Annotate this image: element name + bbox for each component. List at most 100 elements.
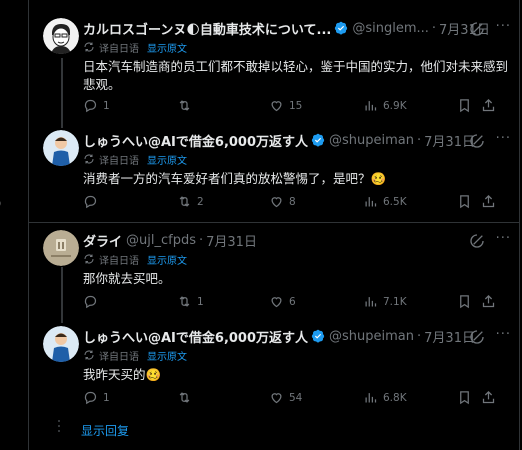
like-button[interactable]: 8 <box>269 194 296 209</box>
show-replies-link[interactable]: 显示回复 <box>81 422 129 439</box>
verified-badge-icon <box>311 133 325 147</box>
share-icon <box>482 294 495 308</box>
like-count: 15 <box>289 99 303 112</box>
share-button[interactable] <box>481 98 496 113</box>
reply-button[interactable] <box>83 294 103 309</box>
retweet-button[interactable]: 2 <box>177 194 204 209</box>
heart-icon <box>271 393 282 404</box>
post-date[interactable]: 7月31日 <box>424 131 475 150</box>
retweet-button[interactable]: 1 <box>177 294 204 309</box>
view-count: 7.1K <box>383 295 407 308</box>
heart-icon <box>271 197 282 208</box>
like-button[interactable]: 6 <box>269 294 296 309</box>
show-original-link[interactable]: 显示原文 <box>147 40 187 55</box>
bookmark-button[interactable] <box>457 194 472 209</box>
reply-icon <box>84 295 97 309</box>
share-icon <box>482 98 495 112</box>
retweet-count: 2 <box>197 195 204 208</box>
tweet[interactable]: カルロスゴーンヌ🌓自動車技术について... @singlem... · 7月31… <box>29 18 519 128</box>
reply-button[interactable]: 1 <box>83 390 110 405</box>
retweet-button[interactable] <box>177 98 197 113</box>
bookmark-icon <box>460 99 469 113</box>
like-button[interactable]: 15 <box>269 98 302 113</box>
author-handle[interactable]: @shupeiman <box>329 329 414 344</box>
translate-icon <box>84 350 94 360</box>
views-chart-icon <box>365 297 377 307</box>
author-handle[interactable]: @singlem... <box>352 21 429 36</box>
more-options-icon[interactable]: ··· <box>496 131 511 146</box>
retweet-button[interactable] <box>177 390 197 405</box>
tweet[interactable]: しゅうへい@AIで借金6,000万返す人 @shupeiman · 7月31日 … <box>29 326 519 412</box>
avatar[interactable] <box>43 18 79 54</box>
grok-icon[interactable] <box>469 233 485 249</box>
reply-button[interactable] <box>83 194 103 209</box>
bookmark-icon <box>460 195 469 209</box>
post-date[interactable]: 7月31日 <box>206 231 257 250</box>
translated-from-label: 译自日语 <box>99 43 139 55</box>
more-replies-connector <box>58 420 60 435</box>
post-date[interactable]: 7月31日 <box>424 327 475 346</box>
column-right-border <box>519 0 520 450</box>
translate-icon <box>84 254 94 264</box>
translate-icon <box>84 154 94 164</box>
edge-fragment: ) <box>0 196 1 212</box>
share-button[interactable] <box>481 294 496 309</box>
author-name[interactable]: しゅうへい@AIで借金6,000万返す人 <box>83 131 308 150</box>
share-button[interactable] <box>481 194 496 209</box>
avatar[interactable] <box>43 130 79 166</box>
author-name[interactable]: ダライ <box>83 231 122 250</box>
reply-icon <box>84 195 97 209</box>
retweet-count: 1 <box>197 295 204 308</box>
author-name[interactable]: しゅうへい@AIで借金6,000万返す人 <box>83 327 308 346</box>
bookmark-button[interactable] <box>457 98 472 113</box>
views-chart-icon <box>365 101 377 111</box>
translated-from-label: 译自日语 <box>99 155 139 167</box>
views-button[interactable]: 7.1K <box>363 294 407 309</box>
more-options-icon[interactable]: ··· <box>496 327 511 342</box>
grok-icon[interactable] <box>469 329 485 345</box>
like-button[interactable]: 54 <box>269 390 302 405</box>
tweet-text: 消费者一方的汽车爱好者们真的放松警惕了，是吧？🥴 <box>83 171 387 186</box>
author-handle[interactable]: @ujl_cfpds <box>126 233 196 248</box>
views-button[interactable]: 6.8K <box>363 390 407 405</box>
tweet-text: 我昨天买的🥴 <box>83 367 162 382</box>
reply-icon <box>84 391 97 405</box>
bookmark-icon <box>460 295 469 309</box>
view-count: 6.8K <box>383 391 407 404</box>
view-count: 6.9K <box>383 99 407 112</box>
author-handle[interactable]: @shupeiman <box>329 133 414 148</box>
retweet-icon <box>179 100 190 111</box>
heart-icon <box>271 297 282 308</box>
reply-button[interactable]: 1 <box>83 98 110 113</box>
retweet-icon <box>179 196 190 207</box>
grok-icon[interactable] <box>469 133 485 149</box>
reply-count: 1 <box>103 391 110 404</box>
views-button[interactable]: 6.9K <box>363 98 407 113</box>
more-options-icon[interactable]: ··· <box>496 19 511 34</box>
translate-icon <box>84 42 94 52</box>
like-count: 8 <box>289 195 296 208</box>
show-original-link[interactable]: 显示原文 <box>147 252 187 267</box>
grok-icon[interactable] <box>469 21 485 37</box>
verified-badge-icon <box>335 21 348 35</box>
tweet[interactable]: しゅうへい@AIで借金6,000万返す人 @shupeiman · 7月31日 … <box>29 130 519 216</box>
share-icon <box>482 390 495 404</box>
bookmark-icon <box>460 391 469 405</box>
like-count: 6 <box>289 295 296 308</box>
bookmark-button[interactable] <box>457 294 472 309</box>
verified-badge-icon <box>311 329 325 343</box>
author-name[interactable]: カルロスゴーンヌ🌓自動車技术について... <box>83 19 331 38</box>
retweet-icon <box>179 392 190 403</box>
tweet-text: 那你就去买吧。 <box>83 271 171 286</box>
tweet[interactable]: ダライ @ujl_cfpds · 7月31日 ··· 译自日语 显示原文 那你就… <box>29 230 519 316</box>
show-original-link[interactable]: 显示原文 <box>147 348 187 363</box>
share-button[interactable] <box>481 390 496 405</box>
bookmark-button[interactable] <box>457 390 472 405</box>
more-options-icon[interactable]: ··· <box>496 231 511 246</box>
reply-count: 1 <box>103 99 110 112</box>
tweet-separator <box>29 222 519 223</box>
avatar[interactable] <box>43 230 79 266</box>
show-original-link[interactable]: 显示原文 <box>147 152 187 167</box>
views-button[interactable]: 6.5K <box>363 194 407 209</box>
avatar[interactable] <box>43 326 79 362</box>
